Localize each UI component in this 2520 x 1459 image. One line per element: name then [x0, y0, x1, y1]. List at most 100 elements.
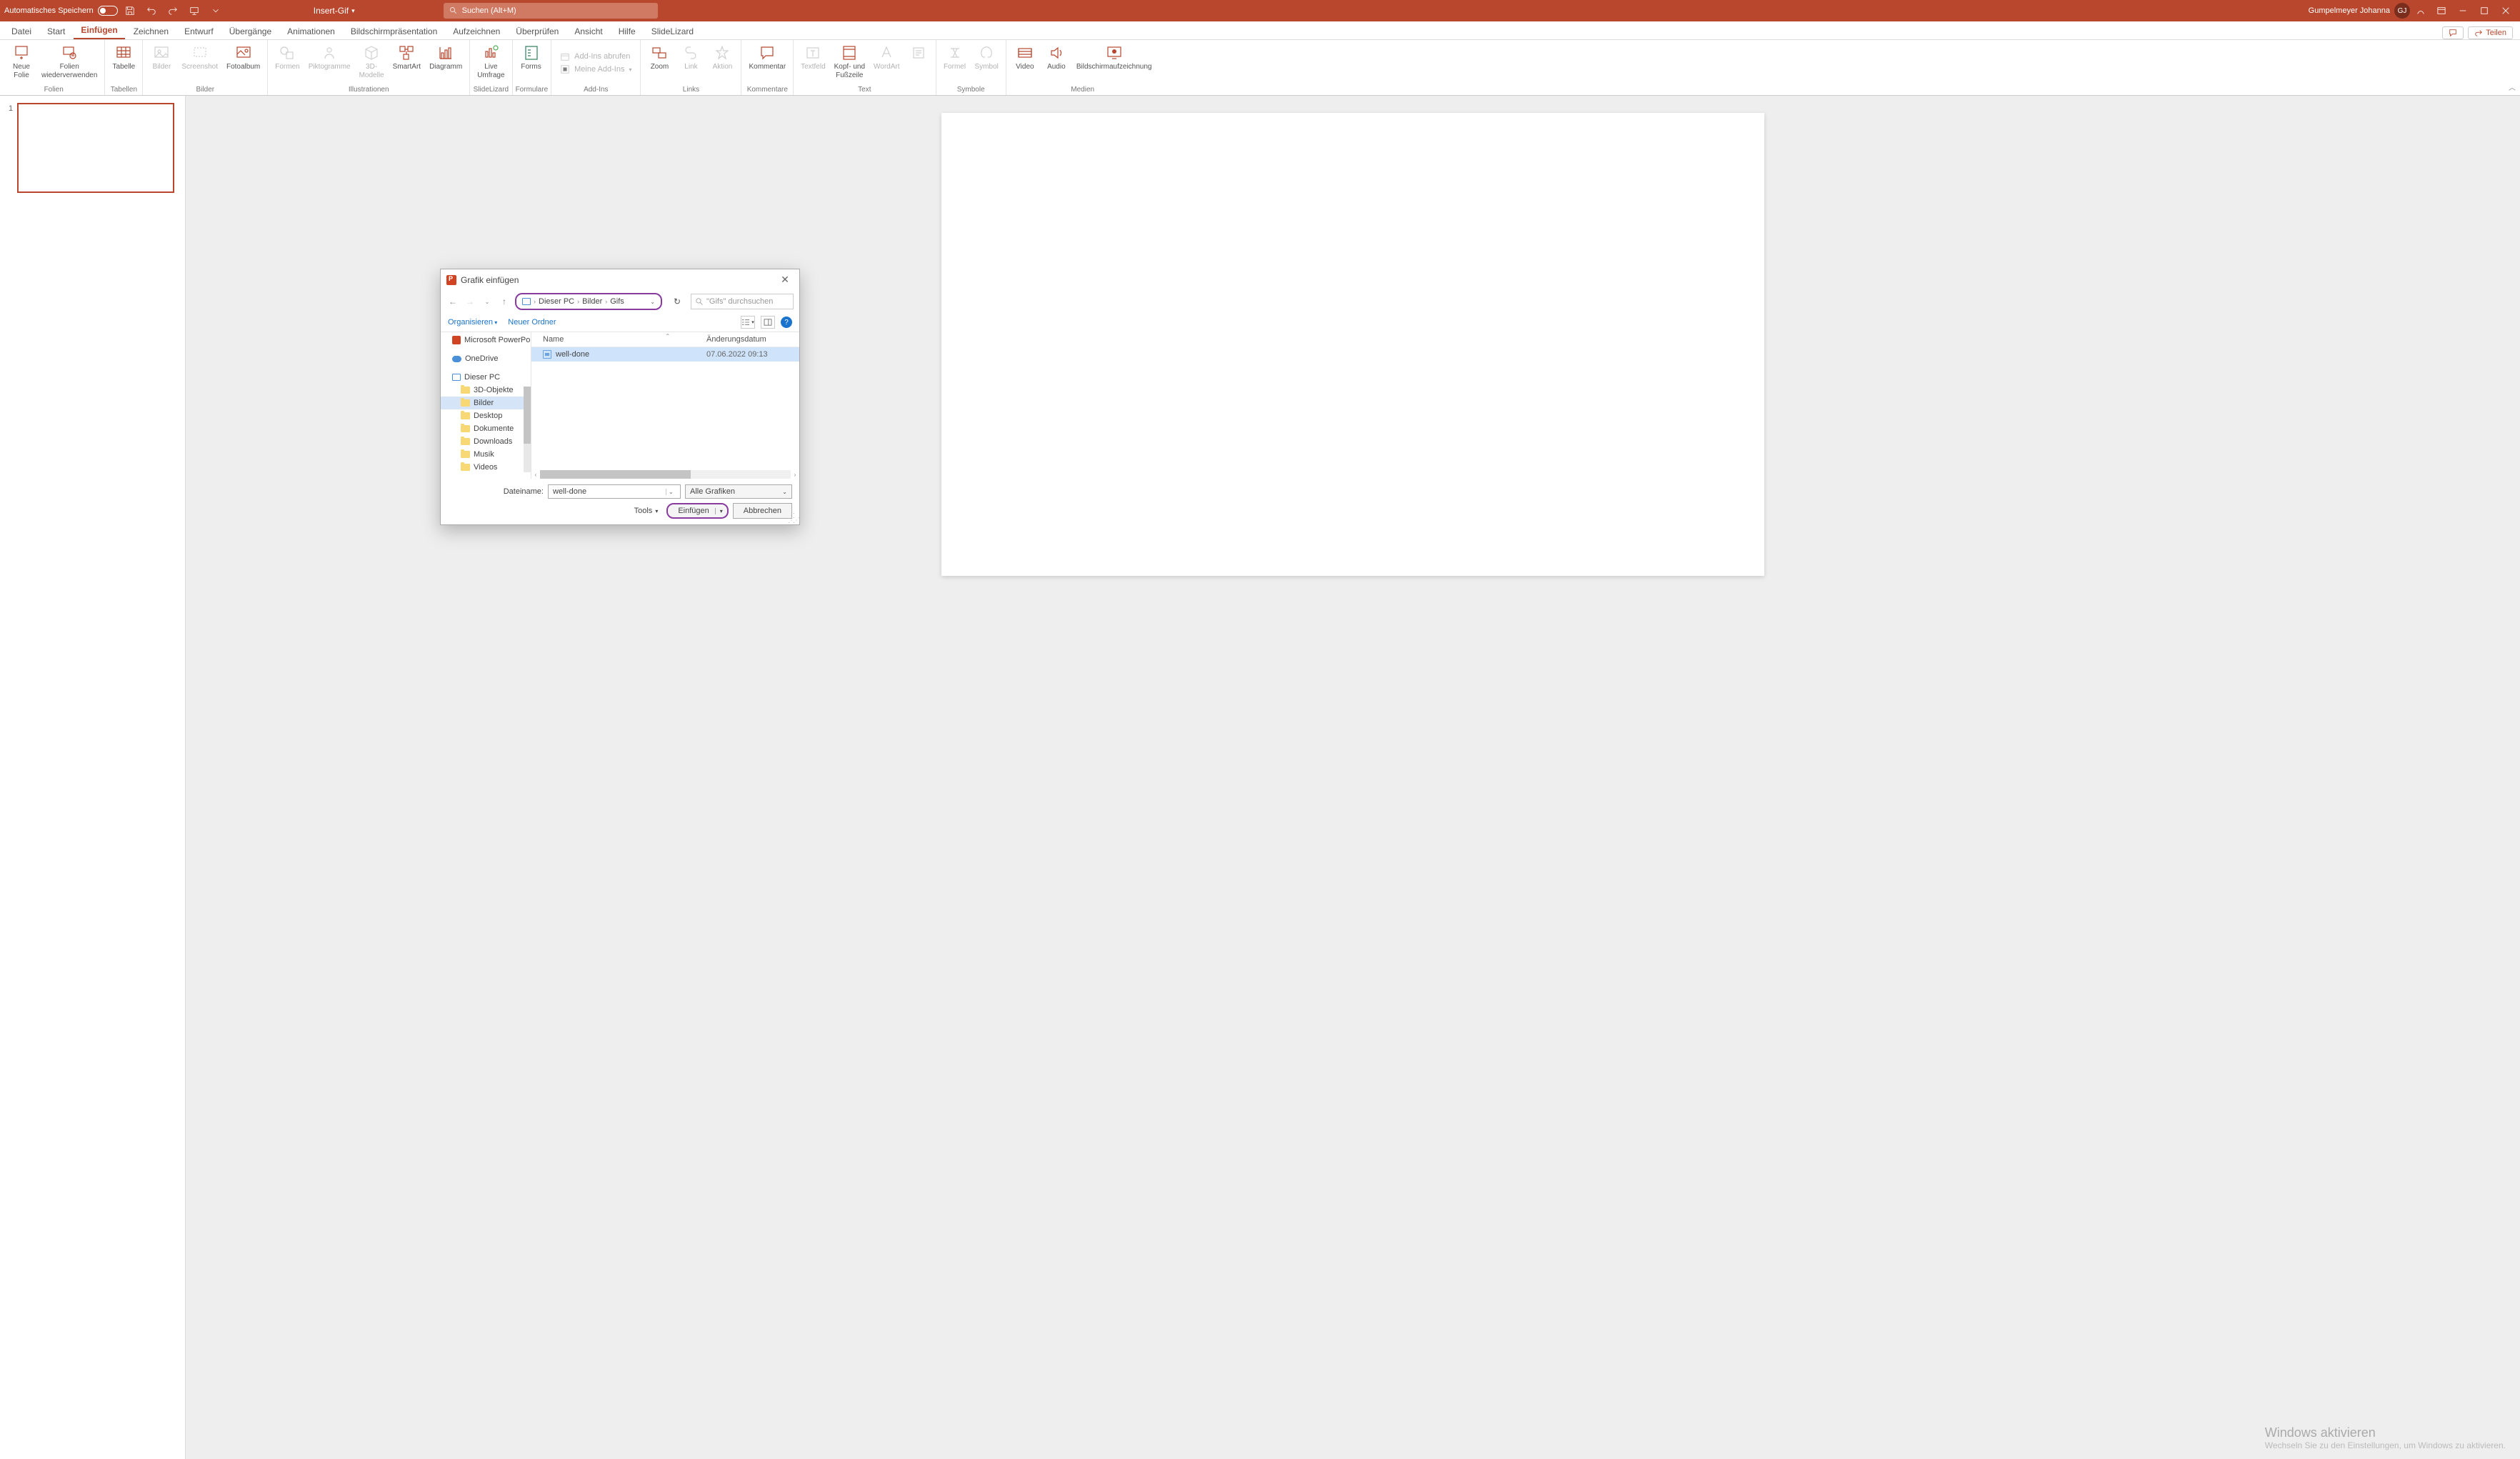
- tree-scrollbar[interactable]: [524, 387, 531, 472]
- tab-hilfe[interactable]: Hilfe: [611, 24, 643, 39]
- audio-button[interactable]: Audio: [1041, 41, 1072, 73]
- filename-dropdown[interactable]: ⌄: [666, 489, 676, 495]
- tree-item-dieser-pc[interactable]: Dieser PC: [441, 371, 531, 384]
- nav-back-button[interactable]: ←: [446, 297, 459, 307]
- tab-animationen[interactable]: Animationen: [280, 24, 342, 39]
- tab-aufzeichnen[interactable]: Aufzeichnen: [446, 24, 507, 39]
- save-icon[interactable]: [121, 1, 139, 20]
- breadcrumb-dropdown[interactable]: ⌄: [650, 299, 655, 305]
- tab-ueberpruefen[interactable]: Überprüfen: [509, 24, 566, 39]
- ribbon-display-icon[interactable]: [2431, 1, 2451, 20]
- resize-grip[interactable]: ⋰⋰⋰: [788, 514, 798, 523]
- refresh-button[interactable]: ↻: [671, 297, 684, 307]
- file-type-select[interactable]: Alle Grafiken ⌄: [685, 484, 792, 499]
- share-button[interactable]: Teilen: [2468, 26, 2513, 39]
- maximize-button[interactable]: [2474, 1, 2494, 20]
- forms-button[interactable]: Forms: [516, 41, 547, 73]
- breadcrumb-gifs[interactable]: Gifs: [610, 297, 624, 306]
- screenshot-button: Screenshot: [177, 41, 222, 73]
- tab-zeichnen[interactable]: Zeichnen: [126, 24, 176, 39]
- fotoalbum-button[interactable]: Fotoalbum: [222, 41, 264, 73]
- tools-button[interactable]: Tools▾: [634, 507, 659, 515]
- icons-icon: [319, 43, 339, 63]
- collapse-ribbon-button[interactable]: ︿: [2509, 81, 2516, 92]
- close-button[interactable]: [2496, 1, 2516, 20]
- tab-start[interactable]: Start: [40, 24, 72, 39]
- tabelle-button[interactable]: Tabelle: [108, 41, 139, 73]
- undo-icon[interactable]: [142, 1, 161, 20]
- insert-button[interactable]: Einfügen ▾: [666, 503, 728, 519]
- qat-more-icon[interactable]: [206, 1, 225, 20]
- neuer-ordner-button[interactable]: Neuer Ordner: [508, 318, 556, 327]
- breadcrumb[interactable]: › Dieser PC › Bilder › Gifs ⌄: [515, 293, 662, 310]
- slide-thumbnail[interactable]: 1: [9, 103, 176, 193]
- slide[interactable]: [941, 113, 1764, 576]
- zoom-button[interactable]: Zoom: [644, 41, 675, 73]
- search-input[interactable]: Suchen (Alt+M): [444, 3, 658, 19]
- dialog-search-input[interactable]: "Gifs" durchsuchen: [691, 294, 794, 309]
- view-mode-button[interactable]: ▾: [741, 316, 755, 329]
- tab-ansicht[interactable]: Ansicht: [567, 24, 609, 39]
- tab-entwurf[interactable]: Entwurf: [177, 24, 221, 39]
- help-button[interactable]: ?: [781, 317, 792, 328]
- diagramm-button[interactable]: Diagramm: [425, 41, 466, 73]
- column-name[interactable]: Name: [539, 335, 706, 344]
- comments-pane-button[interactable]: [2442, 26, 2464, 39]
- redo-icon[interactable]: [164, 1, 182, 20]
- tree-item-bilder[interactable]: Bilder: [441, 397, 531, 409]
- scroll-left-button[interactable]: ‹: [531, 472, 540, 478]
- neue-folie-button[interactable]: Neue Folie: [6, 41, 37, 81]
- tree-item-3d-objekte[interactable]: 3D-Objekte: [441, 384, 531, 397]
- scroll-thumb[interactable]: [524, 387, 531, 444]
- video-button[interactable]: Video: [1009, 41, 1041, 73]
- sort-arrow-icon: ⌃: [666, 333, 671, 339]
- tab-datei[interactable]: Datei: [4, 24, 39, 39]
- tree-item-desktop[interactable]: Desktop: [441, 409, 531, 422]
- tab-einfuegen[interactable]: Einfügen: [74, 22, 124, 39]
- header-footer-icon: [839, 43, 859, 63]
- bilder-button: Bilder: [146, 41, 177, 73]
- folder-tree: Microsoft PowerPoint OneDrive Dieser PC …: [441, 332, 531, 479]
- breadcrumb-bilder[interactable]: Bilder: [582, 297, 602, 306]
- kommentar-button[interactable]: Kommentar: [744, 41, 790, 73]
- title-bar: Automatisches Speichern Insert-Gif ▾ Suc…: [0, 0, 2520, 21]
- dialog-close-button[interactable]: ✕: [776, 274, 794, 286]
- tree-item-videos[interactable]: Videos: [441, 461, 531, 474]
- live-umfrage-button[interactable]: Live Umfrage: [473, 41, 509, 81]
- breadcrumb-pc[interactable]: Dieser PC: [539, 297, 574, 306]
- file-name: well-done: [556, 350, 589, 359]
- minimize-button[interactable]: [2453, 1, 2473, 20]
- tab-bildschirm[interactable]: Bildschirmpräsentation: [344, 24, 444, 39]
- insert-dropdown[interactable]: ▾: [715, 508, 723, 514]
- nav-recent-button[interactable]: ⌄: [481, 299, 494, 305]
- tree-item-powerpoint[interactable]: Microsoft PowerPoint: [441, 334, 531, 347]
- user-avatar[interactable]: GJ: [2394, 3, 2410, 19]
- folien-wiederverwenden-button[interactable]: Folien wiederverwenden: [37, 41, 101, 81]
- scroll-thumb[interactable]: [540, 470, 691, 479]
- tree-item-musik[interactable]: Musik: [441, 448, 531, 461]
- organisieren-button[interactable]: Organisieren: [448, 318, 493, 327]
- drawing-mode-icon[interactable]: [2411, 1, 2430, 20]
- tree-item-downloads[interactable]: Downloads: [441, 435, 531, 448]
- present-icon[interactable]: [185, 1, 204, 20]
- list-h-scrollbar[interactable]: ‹ ›: [531, 470, 799, 479]
- bildschirmaufzeichnung-button[interactable]: Bildschirmaufzeichnung: [1072, 41, 1156, 73]
- tab-uebergaenge[interactable]: Übergänge: [222, 24, 279, 39]
- scroll-right-button[interactable]: ›: [791, 472, 799, 478]
- column-date[interactable]: Änderungsdatum: [706, 335, 792, 344]
- autosave-toggle[interactable]: Automatisches Speichern: [4, 6, 118, 16]
- cube-icon: [361, 43, 381, 63]
- file-row[interactable]: well-done 07.06.2022 09:13: [531, 347, 799, 362]
- preview-pane-button[interactable]: [761, 316, 775, 329]
- tab-slidelizard[interactable]: SlideLizard: [644, 24, 701, 39]
- nav-up-button[interactable]: ↑: [498, 297, 511, 307]
- filename-input[interactable]: well-done ⌄: [548, 484, 681, 499]
- comment-icon: [2449, 29, 2457, 37]
- document-title[interactable]: Insert-Gif ▾: [314, 6, 355, 16]
- smartart-button[interactable]: SmartArt: [389, 41, 425, 73]
- tree-item-onedrive[interactable]: OneDrive: [441, 352, 531, 365]
- kopf-fusszeile-button[interactable]: Kopf- und Fußzeile: [830, 41, 869, 81]
- folder-icon: [461, 399, 470, 407]
- cancel-button[interactable]: Abbrechen: [733, 503, 792, 519]
- tree-item-dokumente[interactable]: Dokumente: [441, 422, 531, 435]
